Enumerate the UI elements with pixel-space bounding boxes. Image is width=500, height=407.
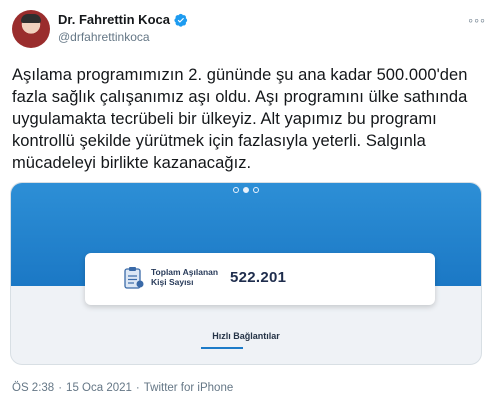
tweet-media-image[interactable]: Toplam Aşılanan Kişi Sayısı 522.201 Hızl… [10,182,482,365]
meta-separator: · [135,382,140,394]
stat-label-line1: Toplam Aşılanan [151,267,219,277]
verified-badge-icon [174,13,188,27]
carousel-dot [233,187,239,193]
vaccination-stat-card: Toplam Aşılanan Kişi Sayısı 522.201 [85,253,435,305]
tweet-metadata: ÖS 2:38 · 15 Oca 2021 · Twitter for iPho… [12,382,233,394]
tweet-date[interactable]: 15 Oca 2021 [66,382,132,394]
tweet-text: Aşılama programımızın 2. gününde şu ana … [12,66,468,172]
quick-links-underline [201,347,243,349]
quick-links-heading: Hızlı Bağlantılar [212,331,280,341]
carousel-dots [233,187,259,193]
more-options-icon[interactable]: ◦◦◦ [468,12,486,28]
author-handle[interactable]: @drfahrettinkoca [58,30,150,44]
carousel-dot [253,187,259,193]
author-avatar[interactable] [12,10,50,48]
tweet-card: Dr. Fahrettin Koca @drfahrettinkoca ◦◦◦ … [0,0,500,407]
vaccination-record-icon [124,267,144,289]
author-name[interactable]: Dr. Fahrettin Koca [58,12,170,27]
stat-label: Toplam Aşılanan Kişi Sayısı [151,267,218,287]
carousel-dot-active [243,187,249,193]
author-name-row: Dr. Fahrettin Koca [58,12,188,27]
tweet-time[interactable]: ÖS 2:38 [12,382,54,394]
tweet-source[interactable]: Twitter for iPhone [144,382,233,394]
stat-value: 522.201 [230,269,287,286]
stat-label-line2: Kişi Sayısı [151,277,194,287]
meta-separator: · [58,382,63,394]
